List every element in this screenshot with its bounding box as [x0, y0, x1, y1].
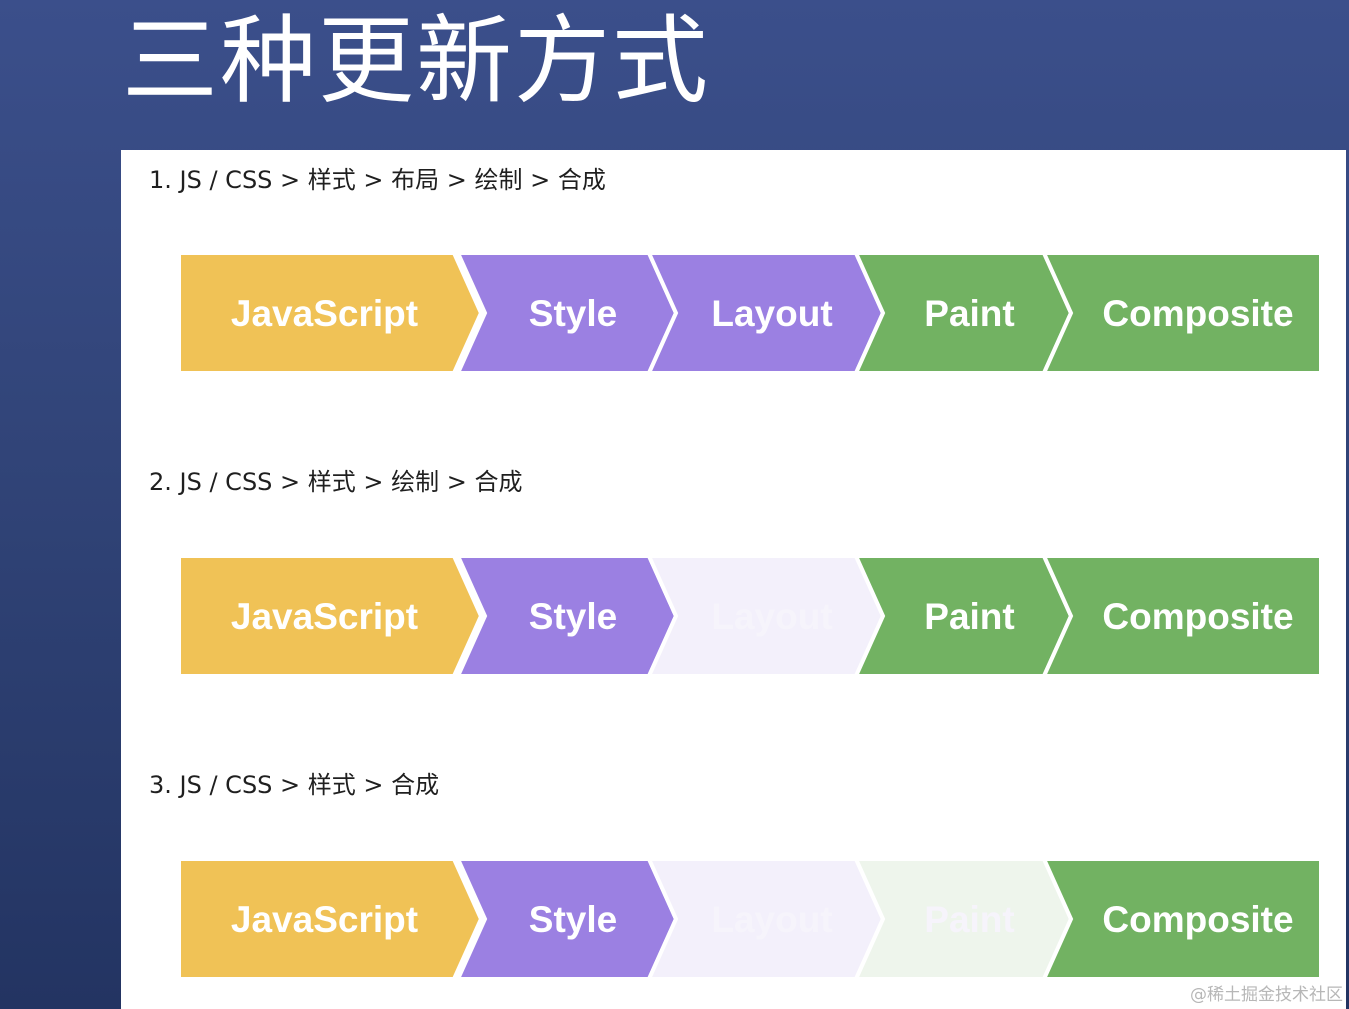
pipeline-3-svg: JavaScript Style Layout Paint Composite: [177, 857, 1323, 981]
pipeline-2-svg: JavaScript Style Layout Paint Composite: [177, 554, 1323, 678]
diagram-panel: 1. JS / CSS > 样式 > 布局 > 绘制 > 合成 JavaScri…: [121, 150, 1346, 1009]
stage-layout-label: Layout: [711, 596, 832, 637]
stage-layout-label: Layout: [711, 899, 832, 940]
pipeline-1: JavaScript Style Layout Paint Composite: [177, 251, 1324, 377]
pipeline-2: JavaScript Style Layout Paint Composite: [177, 554, 1324, 680]
stage-paint-label: Paint: [924, 899, 1014, 940]
stage-javascript-label: JavaScript: [231, 293, 418, 334]
pipeline-3: JavaScript Style Layout Paint Composite: [177, 857, 1324, 983]
stage-composite-label: Composite: [1102, 899, 1293, 940]
stage-style-label: Style: [529, 596, 617, 637]
stage-layout-label: Layout: [711, 293, 832, 334]
section-3-label: 3. JS / CSS > 样式 > 合成: [149, 771, 440, 799]
stage-style-label: Style: [529, 899, 617, 940]
stage-javascript-label: JavaScript: [231, 596, 418, 637]
stage-composite-label: Composite: [1102, 293, 1293, 334]
section-1-label: 1. JS / CSS > 样式 > 布局 > 绘制 > 合成: [149, 166, 606, 194]
stage-javascript-label: JavaScript: [231, 899, 418, 940]
pipeline-1-svg: JavaScript Style Layout Paint Composite: [177, 251, 1323, 375]
section-2-label: 2. JS / CSS > 样式 > 绘制 > 合成: [149, 468, 523, 496]
stage-composite-label: Composite: [1102, 596, 1293, 637]
watermark: @稀土掘金技术社区: [1190, 985, 1343, 1005]
stage-paint-label: Paint: [924, 596, 1014, 637]
stage-style-label: Style: [529, 293, 617, 334]
stage-paint-label: Paint: [924, 293, 1014, 334]
slide-title: 三种更新方式: [122, 5, 710, 117]
